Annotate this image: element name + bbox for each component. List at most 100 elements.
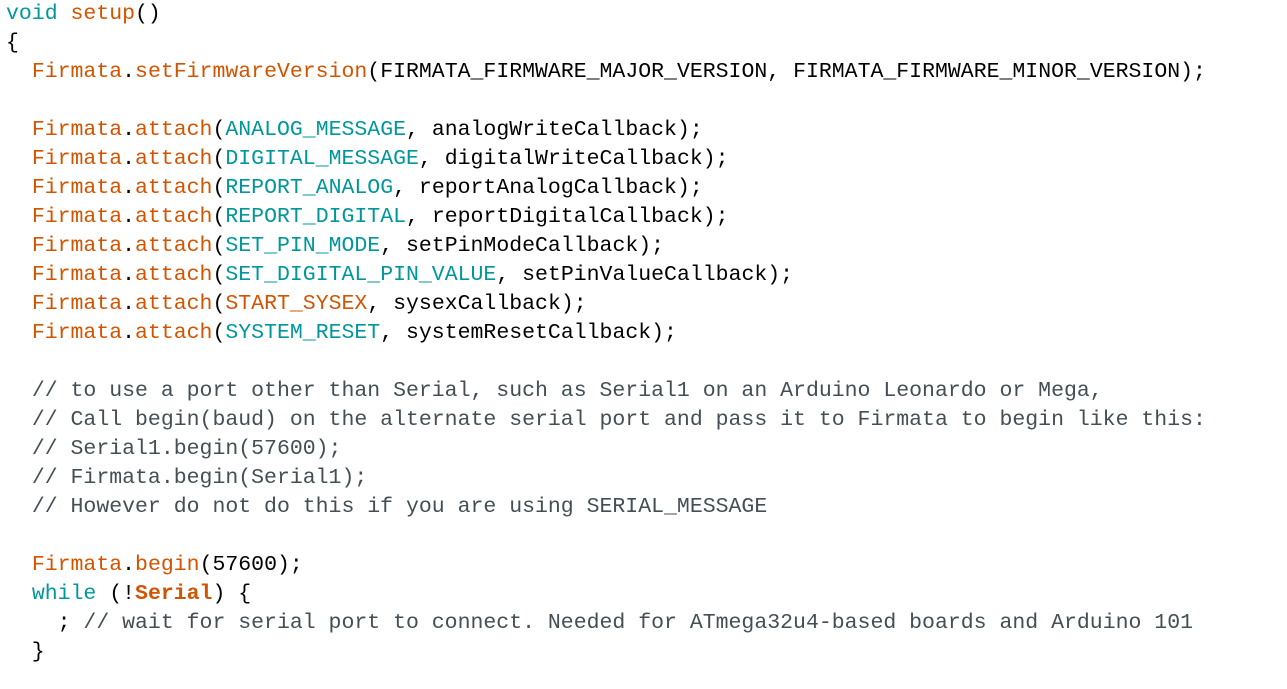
code-text: . <box>122 60 136 84</box>
code-text: . <box>122 321 136 345</box>
function-token: Firmata <box>31 234 123 258</box>
code-line[interactable]: // Firmata.begin(Serial1); <box>6 464 1281 493</box>
code-line[interactable]: Firmata.attach(REPORT_DIGITAL, reportDig… <box>6 203 1281 232</box>
code-line[interactable]: { <box>6 29 1281 58</box>
code-line[interactable]: ​ <box>6 87 1281 116</box>
code-text: (! <box>96 582 136 606</box>
code-line[interactable]: ; // wait for serial port to connect. Ne… <box>6 609 1281 638</box>
code-line[interactable]: Firmata.setFirmwareVersion(FIRMATA_FIRMW… <box>6 58 1281 87</box>
function-token: setup <box>70 2 136 26</box>
code-text: ) { <box>212 582 252 606</box>
code-text: , digitalWriteCallback); <box>418 147 729 171</box>
comment-token: // to use a port other than Serial, such… <box>31 379 1103 403</box>
function-token: START_SYSEX <box>225 292 368 316</box>
constant-token: SET_DIGITAL_PIN_VALUE <box>225 263 497 287</box>
code-text: . <box>122 176 136 200</box>
code-text: ( <box>212 321 226 345</box>
code-text: . <box>122 553 136 577</box>
function-token: attach <box>135 263 213 287</box>
code-text: () <box>135 2 161 26</box>
code-text: , analogWriteCallback); <box>406 118 703 142</box>
comment-token: // Firmata.begin(Serial1); <box>31 466 368 490</box>
code-line[interactable]: Firmata.attach(SET_DIGITAL_PIN_VALUE, se… <box>6 261 1281 290</box>
code-text: . <box>122 292 136 316</box>
code-text: ; <box>6 611 84 635</box>
code-text: . <box>122 205 136 229</box>
code-line[interactable]: Firmata.attach(START_SYSEX, sysexCallbac… <box>6 290 1281 319</box>
function-token: attach <box>135 292 213 316</box>
code-text: . <box>122 263 136 287</box>
code-editor[interactable]: void setup(){ Firmata.setFirmwareVersion… <box>6 0 1281 667</box>
code-line[interactable]: Firmata.attach(ANALOG_MESSAGE, analogWri… <box>6 116 1281 145</box>
code-text: } <box>6 640 45 664</box>
code-text: ( <box>212 234 226 258</box>
code-line[interactable]: } <box>6 638 1281 667</box>
code-text: , systemResetCallback); <box>380 321 677 345</box>
function-token: attach <box>135 234 213 258</box>
code-text: ( <box>212 263 226 287</box>
code-text: ( <box>212 118 226 142</box>
code-text: { <box>6 31 19 55</box>
code-line[interactable]: while (!Serial) { <box>6 580 1281 609</box>
function-token: Firmata <box>31 176 123 200</box>
code-text: , setPinValueCallback); <box>496 263 794 287</box>
code-text: , setPinModeCallback); <box>380 234 665 258</box>
code-line[interactable]: Firmata.attach(REPORT_ANALOG, reportAnal… <box>6 174 1281 203</box>
code-text: , reportDigitalCallback); <box>406 205 729 229</box>
constant-token: DIGITAL_MESSAGE <box>225 147 419 171</box>
comment-token: // However do not do this if you are usi… <box>31 495 768 519</box>
constant-token: SET_PIN_MODE <box>225 234 381 258</box>
code-text: . <box>122 147 136 171</box>
keyword-token: void <box>6 2 58 26</box>
code-line[interactable]: // to use a port other than Serial, such… <box>6 377 1281 406</box>
code-line[interactable]: Firmata.attach(SET_PIN_MODE, setPinModeC… <box>6 232 1281 261</box>
function-token: attach <box>135 176 213 200</box>
code-line[interactable]: ​ <box>6 522 1281 551</box>
constant-token: SYSTEM_RESET <box>225 321 381 345</box>
constant-token: ANALOG_MESSAGE <box>225 118 407 142</box>
function-token: Firmata <box>31 292 123 316</box>
comment-token: // Call begin(baud) on the alternate ser… <box>31 408 1206 432</box>
code-text: ( <box>212 147 226 171</box>
code-line[interactable]: Firmata.begin(57600); <box>6 551 1281 580</box>
code-line[interactable]: Firmata.attach(SYSTEM_RESET, systemReset… <box>6 319 1281 348</box>
function-token: Firmata <box>31 263 123 287</box>
function-token: Firmata <box>31 553 123 577</box>
constant-token: REPORT_ANALOG <box>225 176 394 200</box>
code-text: ( <box>212 176 226 200</box>
function-token: Firmata <box>31 118 123 142</box>
code-line[interactable]: ​ <box>6 348 1281 377</box>
keyword-token: while <box>31 582 97 606</box>
code-line[interactable]: // Serial1.begin(57600); <box>6 435 1281 464</box>
code-line[interactable]: // Call begin(baud) on the alternate ser… <box>6 406 1281 435</box>
function-token: Firmata <box>31 205 123 229</box>
comment-token: // Serial1.begin(57600); <box>31 437 342 461</box>
code-text: , reportAnalogCallback); <box>393 176 703 200</box>
code-text: , sysexCallback); <box>367 292 587 316</box>
function-token: begin <box>135 553 200 577</box>
code-text: . <box>122 118 136 142</box>
function-token: setFirmwareVersion <box>135 60 368 84</box>
code-line[interactable]: Firmata.attach(DIGITAL_MESSAGE, digitalW… <box>6 145 1281 174</box>
code-line[interactable]: void setup() <box>6 0 1281 29</box>
class-token: Serial <box>135 582 213 606</box>
code-text: (57600); <box>199 553 303 577</box>
code-line[interactable]: // However do not do this if you are usi… <box>6 493 1281 522</box>
code-text: . <box>122 234 136 258</box>
function-token: attach <box>135 321 213 345</box>
